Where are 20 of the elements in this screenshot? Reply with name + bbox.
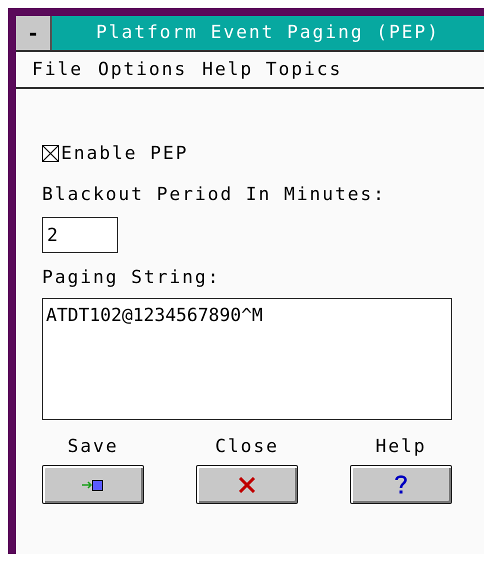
button-caption: Save <box>68 436 118 457</box>
system-menu-button[interactable]: - <box>16 16 52 50</box>
menu-item[interactable]: Help Topics <box>202 59 342 80</box>
save-button[interactable] <box>42 465 144 504</box>
close-button[interactable] <box>196 465 298 504</box>
button-caption: Close <box>215 436 279 457</box>
field-label: Blackout Period In Minutes: <box>42 184 386 205</box>
text-area[interactable]: ATDT102@1234567890^M <box>42 298 452 420</box>
button-caption: Help <box>376 436 426 457</box>
help-icon <box>395 474 407 494</box>
input-field[interactable]: 2 <box>42 217 118 253</box>
checkbox[interactable] <box>42 145 59 162</box>
arrow-into-box-icon <box>82 478 104 490</box>
checkbox-label: Enable PEP <box>61 143 188 164</box>
close-icon <box>239 476 255 492</box>
menu-item[interactable]: File <box>32 59 83 80</box>
field-label: Paging String: <box>42 267 220 288</box>
help-button[interactable] <box>350 465 452 504</box>
menu-item[interactable]: Options <box>98 59 188 80</box>
window-title: Platform Event Paging (PEP) <box>96 21 440 45</box>
